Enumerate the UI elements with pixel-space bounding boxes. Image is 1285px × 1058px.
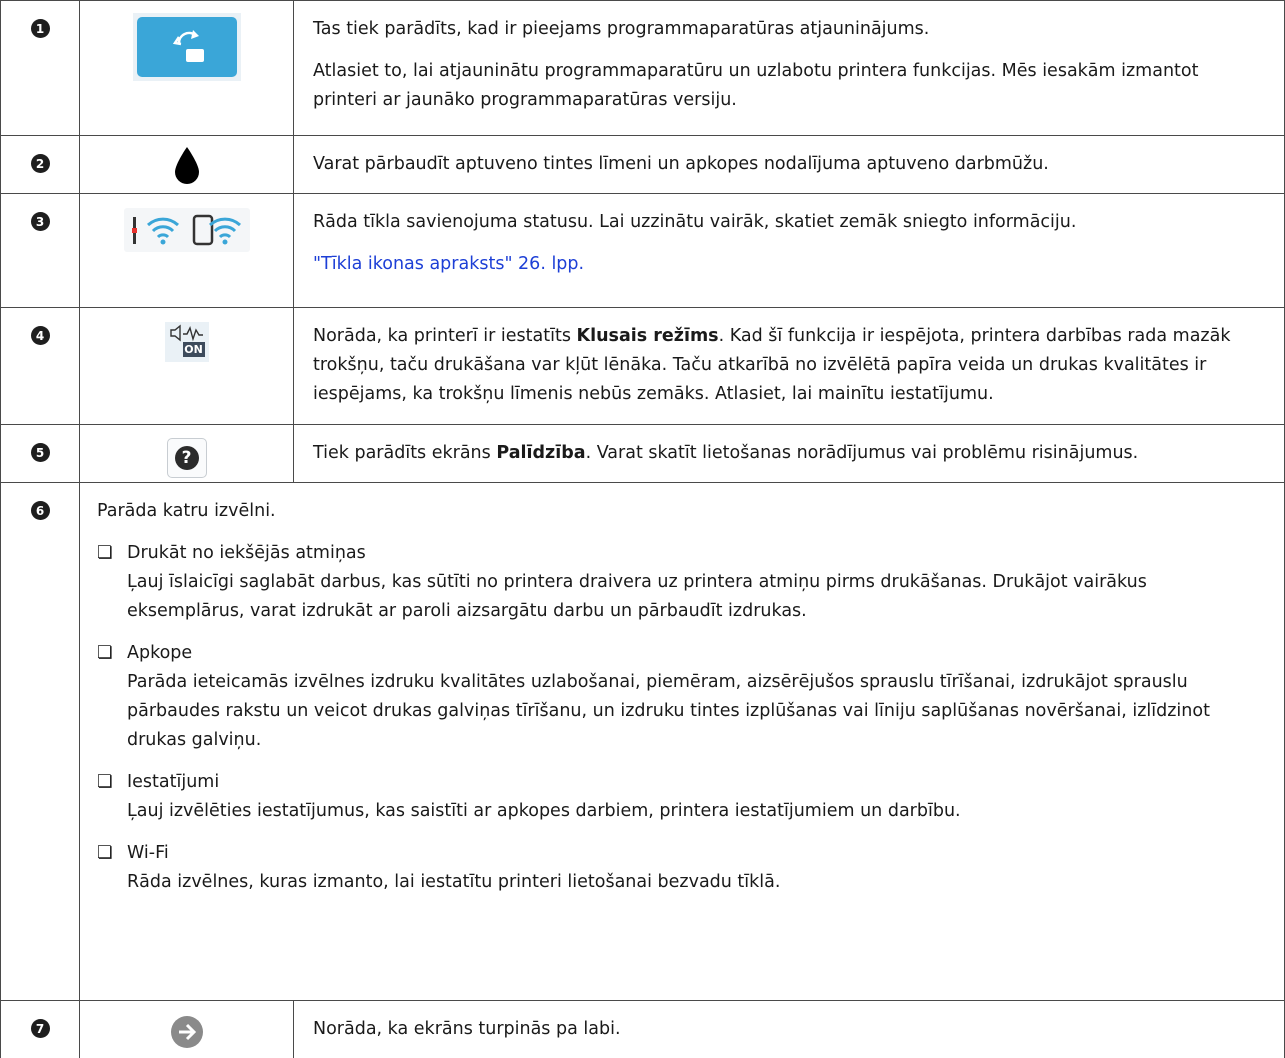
table-row: 6 Parāda katru izvēlni. ❏Drukāt no iekšē…	[1, 483, 1285, 1001]
number-badge: 5	[31, 443, 50, 462]
menu-intro: Parāda katru izvēlni.	[97, 497, 1264, 526]
description-text: Rāda tīkla savienojuma statusu. Lai uzzi…	[313, 208, 1264, 237]
reference-link[interactable]: "Tīkla ikonas apraksts" 26. lpp.	[313, 254, 584, 274]
checkbox-icon: ❏	[97, 768, 127, 797]
quiet-mode-on-label: ON	[183, 342, 205, 357]
description-text: Varat pārbaudīt aptuveno tintes līmeni u…	[313, 150, 1264, 179]
menu-item-title: Wi-Fi	[127, 843, 169, 863]
menu-item-description: Parāda ieteicamās izvēlnes izdruku kvali…	[97, 668, 1264, 755]
number-badge: 2	[31, 154, 50, 173]
checkbox-icon: ❏	[97, 639, 127, 668]
number-cell: 4	[1, 308, 80, 425]
icon-cell	[80, 194, 294, 308]
description-text: Tiek parādīts ekrāns Palīdzība. Varat sk…	[313, 439, 1264, 468]
table-row: 5 ? Tiek parādīts ekrāns Palīdzība. Vara…	[1, 425, 1285, 483]
checkbox-icon: ❏	[97, 539, 127, 568]
description-cell: Norāda, ka ekrāns turpinās pa labi.	[294, 1001, 1285, 1058]
table-row: 1 Tas tiek parādīts, kad ir pieejams pro…	[1, 1, 1285, 136]
description-cell: Norāda, ka printerī ir iestatīts Klusais…	[294, 308, 1285, 425]
checkbox-icon: ❏	[97, 839, 127, 868]
menu-item: ❏Drukāt no iekšējās atmiņas	[97, 539, 1264, 568]
firmware-update-icon	[133, 13, 241, 85]
number-cell: 3	[1, 194, 80, 308]
icon-cell: ?	[80, 425, 294, 483]
number-cell: 2	[1, 136, 80, 194]
description-cell: Parāda katru izvēlni. ❏Drukāt no iekšējā…	[80, 483, 1285, 1001]
description-text: Norāda, ka ekrāns turpinās pa labi.	[313, 1015, 1264, 1044]
menu-item: ❏Apkope	[97, 639, 1264, 668]
table-row: 2 Varat pārbaudīt aptuveno tintes līmeni…	[1, 136, 1285, 194]
icon-cell	[80, 136, 294, 194]
menu-item-description: Ļauj izvēlēties iestatījumus, kas saistī…	[97, 797, 1264, 826]
icon-cell	[80, 1, 294, 136]
icon-cell: ON	[80, 308, 294, 425]
menu-item-description: Ļauj īslaicīgi saglabāt darbus, kas sūtī…	[97, 568, 1264, 626]
network-status-icon	[124, 208, 250, 256]
menu-item: ❏Iestatījumi	[97, 768, 1264, 797]
number-badge: 6	[31, 501, 50, 520]
table-row: 7 Norāda, ka ekrāns turpinās pa labi.	[1, 1001, 1285, 1058]
number-badge: 4	[31, 326, 50, 345]
number-cell: 1	[1, 1, 80, 136]
description-text: Norāda, ka printerī ir iestatīts Klusais…	[313, 322, 1264, 409]
menu-item-title: Drukāt no iekšējās atmiņas	[127, 543, 366, 563]
table-row: 4 ON Norāda, ka printerī ir iestatīts Kl…	[1, 308, 1285, 425]
description-text: Atlasiet to, lai atjauninātu programmapa…	[313, 57, 1264, 115]
description-cell: Rāda tīkla savienojuma statusu. Lai uzzi…	[294, 194, 1285, 308]
help-question-mark: ?	[175, 446, 199, 470]
quiet-mode-on-icon: ON	[165, 322, 209, 362]
number-badge: 7	[31, 1019, 50, 1038]
menu-item-title: Iestatījumi	[127, 772, 219, 792]
description-cell: Tas tiek parādīts, kad ir pieejams progr…	[294, 1, 1285, 136]
icon-description-table: 1 Tas tiek parādīts, kad ir pieejams pro…	[0, 0, 1285, 1058]
table-row: 3	[1, 194, 1285, 308]
description-cell: Tiek parādīts ekrāns Palīdzība. Varat sk…	[294, 425, 1285, 483]
menu-item-title: Apkope	[127, 643, 192, 663]
help-icon: ?	[167, 438, 207, 478]
quiet-mode-term: Klusais režīms	[577, 326, 719, 346]
description-text: Tas tiek parādīts, kad ir pieejams progr…	[313, 15, 1264, 44]
arrow-right-icon	[170, 1015, 204, 1053]
number-cell: 5	[1, 425, 80, 483]
ink-drop-icon	[173, 146, 201, 190]
description-cell: Varat pārbaudīt aptuveno tintes līmeni u…	[294, 136, 1285, 194]
menu-item-description: Rāda izvēlnes, kuras izmanto, lai iestat…	[97, 868, 1264, 897]
menu-item: ❏Wi-Fi	[97, 839, 1264, 868]
help-term: Palīdzība	[496, 443, 585, 463]
number-badge: 1	[31, 19, 50, 38]
number-badge: 3	[31, 212, 50, 231]
number-cell: 6	[1, 483, 80, 1001]
icon-cell	[80, 1001, 294, 1058]
number-cell: 7	[1, 1001, 80, 1058]
